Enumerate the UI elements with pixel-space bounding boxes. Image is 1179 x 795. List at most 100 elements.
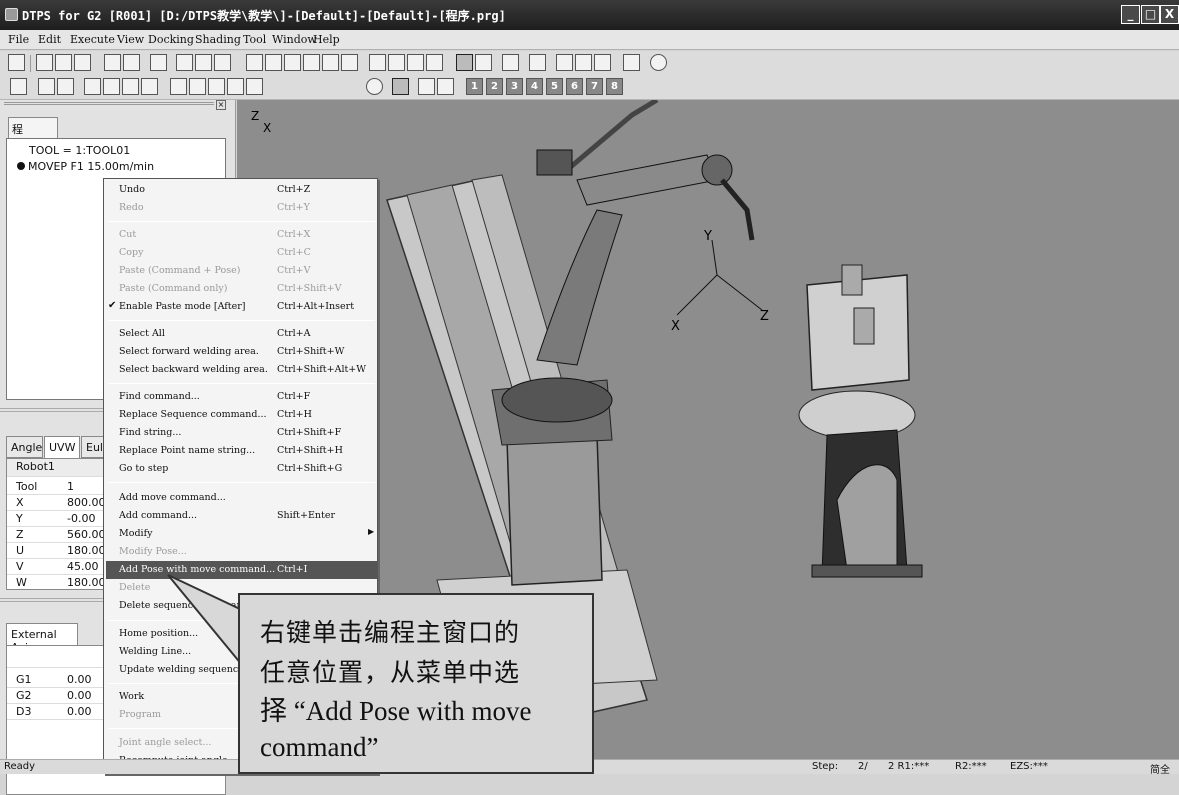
menu-tool[interactable]: Tool [243,33,266,46]
code-line[interactable]: MOVEP F1 15.00m/min [17,160,154,173]
menu-item-replace-sequence[interactable]: Replace Sequence command... Ctrl+H [106,406,377,424]
menu-file[interactable]: File [8,33,29,46]
menu-item-find-command[interactable]: Find command... Ctrl+F [106,388,377,406]
help-icon[interactable] [623,54,640,71]
menu-item-select-backward-welding[interactable]: Select backward welding area. Ctrl+Shift+… [106,361,377,379]
menu-execute[interactable]: Execute [70,33,115,46]
layout-3-icon[interactable] [103,78,120,95]
robot-8-button[interactable]: 8 [606,78,623,95]
close-icon[interactable]: × [216,100,226,110]
copy-icon[interactable] [55,54,72,71]
menu-item-replace-point-name[interactable]: Replace Point name string... Ctrl+Shift+H [106,442,377,460]
robot-4-button[interactable]: 4 [526,78,543,95]
wire-feeder [536,149,573,176]
title-bar: DTPS for G2 [R001] [D:/DTPS教学\教学\]-[Defa… [0,0,1179,30]
layout-4-icon[interactable] [208,78,225,95]
robot-5-button[interactable]: 5 [546,78,563,95]
stop-icon[interactable] [366,78,383,95]
layout-4-icon[interactable] [170,78,187,95]
menu-item-paste-command-pose[interactable]: Paste (Command + Pose) Ctrl+V [106,262,377,280]
robot-2-button[interactable]: 2 [486,78,503,95]
menu-item-enable-paste-mode[interactable]: ✔ Enable Paste mode [After] Ctrl+Alt+Inser… [106,298,377,316]
robot-icon[interactable] [284,54,301,71]
menu-item-shortcut: Shift+Enter [277,510,335,521]
layout-vsplit-icon[interactable] [38,78,55,95]
cut-icon[interactable] [36,54,53,71]
layout-4-icon[interactable] [189,78,206,95]
menu-item-go-to-step[interactable]: Go to step Ctrl+Shift+G [106,460,377,478]
refresh-icon[interactable] [418,78,435,95]
save-icon[interactable] [8,54,25,71]
layout-3-icon[interactable] [141,78,158,95]
insert-icon[interactable] [150,54,167,71]
layout-4-icon[interactable] [227,78,244,95]
robot-icon[interactable] [303,54,320,71]
menu-item-redo[interactable]: Redo Ctrl+Y [106,199,377,217]
layers-icon[interactable] [502,54,519,71]
image-icon[interactable] [341,54,358,71]
layout-4-icon[interactable] [246,78,263,95]
tab-program[interactable]: 程序.prg [8,117,58,152]
layout-hsplit-icon[interactable] [57,78,74,95]
row-key: W [16,576,27,589]
list-icon[interactable] [214,54,231,71]
robot-icon[interactable] [265,54,282,71]
menu-shading[interactable]: Shading [195,33,241,46]
row-value: 1 [67,480,74,493]
play-icon[interactable] [392,78,409,95]
panel-gripper[interactable] [4,102,214,105]
tab-uvw[interactable]: UVW [44,436,80,458]
robot-6-button[interactable]: 6 [566,78,583,95]
warning-icon[interactable] [575,54,592,71]
layout-3-icon[interactable] [84,78,101,95]
robot-7-button[interactable]: 7 [586,78,603,95]
menu-item-find-string[interactable]: Find string... Ctrl+Shift+F [106,424,377,442]
robot-icon[interactable] [322,54,339,71]
robot-icon[interactable] [246,54,263,71]
menu-item-copy[interactable]: Copy Ctrl+C [106,244,377,262]
code-line[interactable]: TOOL = 1:TOOL01 [29,144,130,157]
menu-item-paste-command-only[interactable]: Paste (Command only) Ctrl+Shift+V [106,280,377,298]
menu-view[interactable]: View [117,33,144,46]
cube-icon[interactable] [369,54,386,71]
paste-icon[interactable] [74,54,91,71]
close-button[interactable]: X [1160,5,1179,24]
tab-angle[interactable]: Angle [6,436,43,458]
row-value: -0.00 [67,512,96,525]
menu-docking[interactable]: Docking [148,33,194,46]
robot-1-button[interactable]: 1 [466,78,483,95]
menu-item-add-move-command[interactable]: Add move command... [106,489,377,507]
menu-item-undo[interactable]: Undo Ctrl+Z [106,181,377,199]
layout-single-icon[interactable] [10,78,27,95]
menu-item-select-all[interactable]: Select All Ctrl+A [106,325,377,343]
menu-item-select-forward-welding[interactable]: Select forward welding area. Ctrl+Shift+W [106,343,377,361]
gear-icon[interactable] [556,54,573,71]
list-icon[interactable] [195,54,212,71]
menu-item-modify[interactable]: Modify ▶ [106,525,377,543]
redo-icon[interactable] [123,54,140,71]
mail-icon[interactable] [475,54,492,71]
solid-view-icon[interactable] [456,54,473,71]
menu-item-add-command[interactable]: Add command... Shift+Enter [106,507,377,525]
main-toolbar [0,51,1179,76]
record-icon[interactable] [650,54,667,71]
menu-help[interactable]: Help [313,33,340,46]
cube-icon[interactable] [407,54,424,71]
menu-window[interactable]: Window [272,33,317,46]
menu-item-cut[interactable]: Cut Ctrl+X [106,226,377,244]
menu-item-label: Add command... [119,510,198,521]
menu-edit[interactable]: Edit [38,33,61,46]
maximize-button[interactable]: □ [1141,5,1160,24]
minimize-button[interactable]: _ [1121,5,1140,24]
robot-3-button[interactable]: 3 [506,78,523,95]
pause-icon[interactable] [437,78,454,95]
list-icon[interactable] [176,54,193,71]
tab-external-axis[interactable]: External Axis [6,623,78,654]
cube-icon[interactable] [388,54,405,71]
grid-icon[interactable] [529,54,546,71]
undo-icon[interactable] [104,54,121,71]
layout-3-icon[interactable] [122,78,139,95]
cube-icon[interactable] [426,54,443,71]
menu-item-modify-pose[interactable]: Modify Pose... [106,543,377,561]
book-icon[interactable] [594,54,611,71]
